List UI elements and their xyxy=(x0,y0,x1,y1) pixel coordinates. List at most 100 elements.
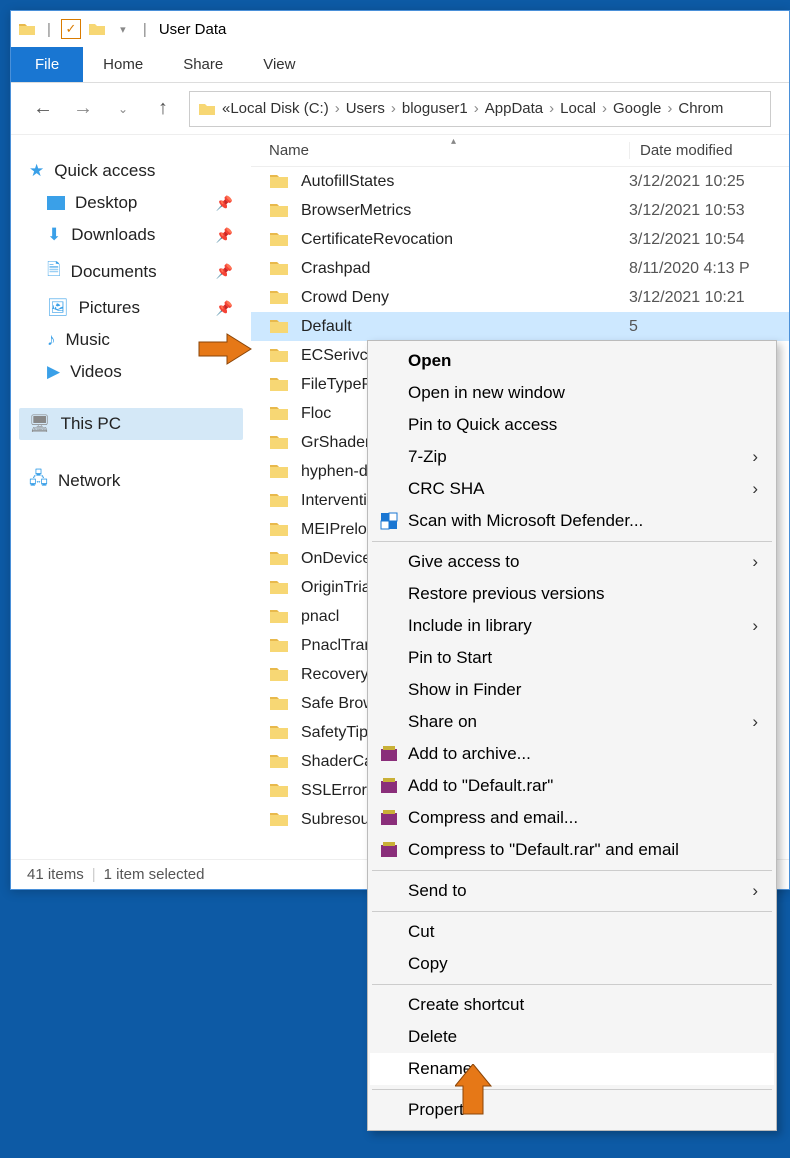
menu-7zip[interactable]: 7-Zip › xyxy=(370,441,774,473)
folder-icon xyxy=(269,722,291,744)
breadcrumb[interactable]: « Local Disk (C:)› Users› bloguser1› App… xyxy=(189,91,771,127)
bc-item[interactable]: « xyxy=(222,100,230,117)
table-row[interactable]: AutofillStates3/12/2021 10:25 xyxy=(251,167,789,196)
status-sep: | xyxy=(92,866,96,883)
file-name: Crashpad xyxy=(301,260,629,278)
menu-open-new-window[interactable]: Open in new window xyxy=(370,377,774,409)
qat-sep-2: | xyxy=(143,21,147,38)
mi-label: Share on xyxy=(408,712,477,732)
table-row[interactable]: Crashpad8/11/2020 4:13 P xyxy=(251,254,789,283)
sidebar-item-label: Desktop xyxy=(75,193,137,213)
menu-send-to[interactable]: Send to› xyxy=(370,875,774,907)
menu-show-finder[interactable]: Show in Finder xyxy=(370,674,774,706)
menu-restore-versions[interactable]: Restore previous versions xyxy=(370,578,774,610)
pin-icon: 📌 xyxy=(216,195,233,212)
col-name[interactable]: Name xyxy=(251,142,629,159)
folder-icon xyxy=(269,577,291,599)
menu-add-rar[interactable]: Add to "Default.rar" xyxy=(370,770,774,802)
file-name: Default xyxy=(301,318,629,336)
table-row[interactable]: Crowd Deny3/12/2021 10:21 xyxy=(251,283,789,312)
recent-dropdown[interactable]: ⌄ xyxy=(109,95,137,123)
menu-open[interactable]: Open xyxy=(370,345,774,377)
ribbon: File Home Share View xyxy=(11,47,789,83)
folder-icon xyxy=(269,606,291,628)
menu-create-shortcut[interactable]: Create shortcut xyxy=(370,989,774,1021)
menu-cut[interactable]: Cut xyxy=(370,916,774,948)
folder-icon xyxy=(269,345,291,367)
file-name: BrowserMetrics xyxy=(301,202,629,220)
file-date: 8/11/2020 4:13 P xyxy=(629,260,789,278)
menu-include-library[interactable]: Include in library› xyxy=(370,610,774,642)
folder-icon xyxy=(269,374,291,396)
forward-button[interactable]: → xyxy=(69,95,97,123)
tab-file[interactable]: File xyxy=(11,47,83,82)
checkbox-icon[interactable]: ✓ xyxy=(61,19,81,39)
sidebar-item-label: Quick access xyxy=(54,161,155,181)
music-icon: ♪ xyxy=(47,330,56,350)
folder-icon xyxy=(269,809,291,831)
menu-add-archive[interactable]: Add to archive... xyxy=(370,738,774,770)
folder-icon xyxy=(269,316,291,338)
folder-icon xyxy=(17,19,37,39)
file-name: AutofillStates xyxy=(301,173,629,191)
menu-compress-rar-email[interactable]: Compress to "Default.rar" and email xyxy=(370,834,774,866)
sidebar-quick-access[interactable]: ★Quick access xyxy=(19,155,243,187)
tab-home[interactable]: Home xyxy=(83,47,163,82)
bc-item[interactable]: Local xyxy=(560,100,596,117)
bc-item[interactable]: Users xyxy=(346,100,385,117)
mi-label: Give access to xyxy=(408,552,520,572)
menu-delete[interactable]: Delete xyxy=(370,1021,774,1053)
sidebar-item-label: Network xyxy=(58,471,120,491)
menu-rename[interactable]: Rename xyxy=(370,1053,774,1085)
bc-item[interactable]: Chrom xyxy=(678,100,723,117)
table-row[interactable]: BrowserMetrics3/12/2021 10:53 xyxy=(251,196,789,225)
mi-label: Pin to Quick access xyxy=(408,415,557,435)
bc-item[interactable]: bloguser1 xyxy=(402,100,468,117)
tab-share[interactable]: Share xyxy=(163,47,243,82)
status-selected: 1 item selected xyxy=(104,866,205,883)
table-row[interactable]: CertificateRevocation3/12/2021 10:54 xyxy=(251,225,789,254)
bc-item[interactable]: Google xyxy=(613,100,661,117)
col-date[interactable]: Date modified xyxy=(629,142,789,159)
sidebar-item-label: Downloads xyxy=(71,225,155,245)
sidebar-documents[interactable]: 🗎Documents📌 xyxy=(19,251,243,292)
menu-pin-quick-access[interactable]: Pin to Quick access xyxy=(370,409,774,441)
chevron-right-icon: › xyxy=(752,447,758,467)
folder-icon xyxy=(269,432,291,454)
window-title: User Data xyxy=(159,21,227,38)
menu-copy[interactable]: Copy xyxy=(370,948,774,980)
folder-icon xyxy=(269,403,291,425)
mi-label: 7-Zip xyxy=(408,447,447,467)
pc-icon: 🖥 xyxy=(29,414,51,434)
mi-label: Cut xyxy=(408,922,434,942)
sidebar-this-pc[interactable]: 🖥This PC xyxy=(19,408,243,440)
bc-item[interactable]: AppData xyxy=(485,100,543,117)
menu-pin-start[interactable]: Pin to Start xyxy=(370,642,774,674)
menu-crc-sha[interactable]: CRC SHA› xyxy=(370,473,774,505)
folder-icon xyxy=(269,490,291,512)
sidebar-item-label: Music xyxy=(66,330,110,350)
tab-view[interactable]: View xyxy=(243,47,315,82)
archive-icon xyxy=(378,743,400,765)
qat-dropdown-icon[interactable]: ▾ xyxy=(113,19,133,39)
back-button[interactable]: ← xyxy=(29,95,57,123)
pin-icon: 📌 xyxy=(216,300,233,317)
folder-icon xyxy=(269,171,291,193)
menu-properties[interactable]: Propert xyxy=(370,1094,774,1126)
file-date: 3/12/2021 10:53 xyxy=(629,202,789,220)
menu-compress-email[interactable]: Compress and email... xyxy=(370,802,774,834)
up-button[interactable]: ↑ xyxy=(149,95,177,123)
mi-label: Send to xyxy=(408,881,467,901)
sidebar-downloads[interactable]: ⬇Downloads📌 xyxy=(19,219,243,251)
table-row[interactable]: Default5 xyxy=(251,312,789,341)
menu-give-access[interactable]: Give access to› xyxy=(370,546,774,578)
sidebar-pictures[interactable]: 🖼Pictures📌 xyxy=(19,292,243,324)
bc-item[interactable]: Local Disk (C:) xyxy=(230,100,328,117)
chevron-right-icon: › xyxy=(752,712,758,732)
sidebar-desktop[interactable]: Desktop 📌 xyxy=(19,187,243,219)
videos-icon: ▶ xyxy=(47,362,60,382)
sidebar-network[interactable]: 🖧Network xyxy=(19,460,243,501)
menu-defender[interactable]: Scan with Microsoft Defender... xyxy=(370,505,774,537)
folder-icon-2 xyxy=(87,19,107,39)
menu-share-on[interactable]: Share on › xyxy=(370,706,774,738)
